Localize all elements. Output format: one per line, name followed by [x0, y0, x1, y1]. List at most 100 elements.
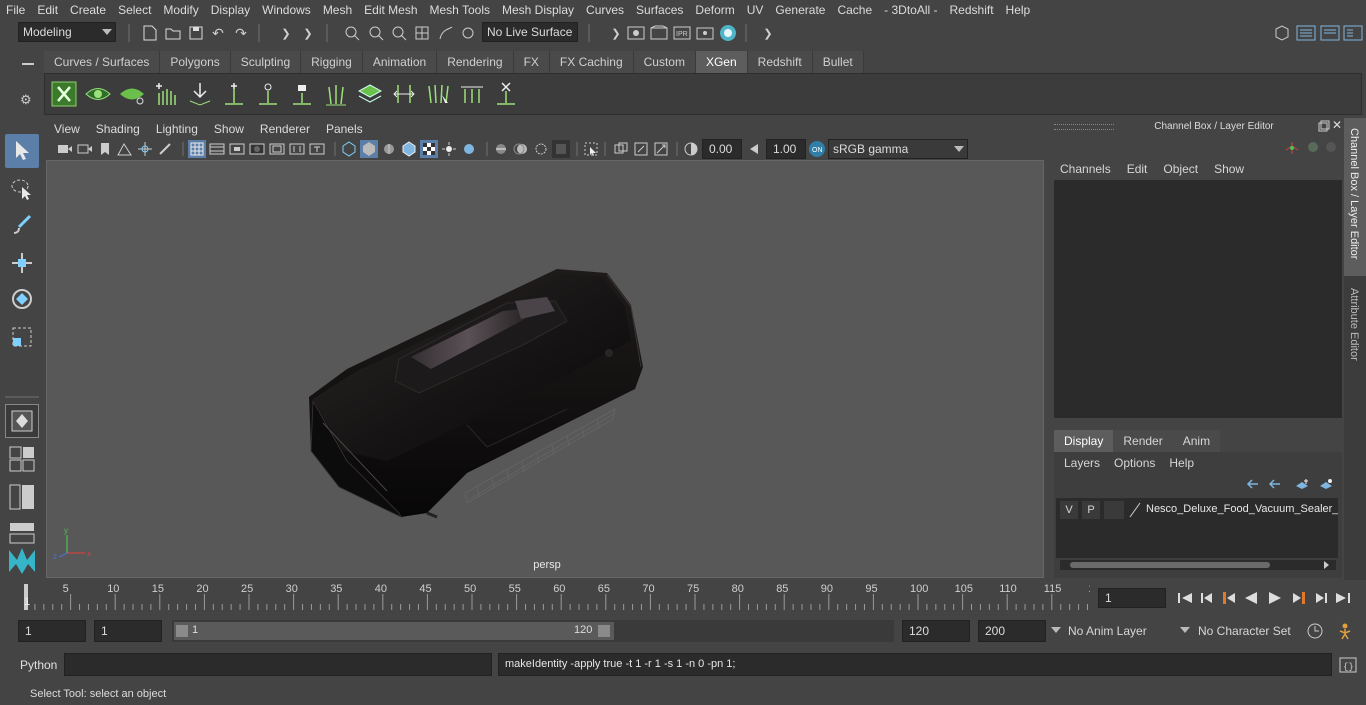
safe-title-icon[interactable] — [308, 140, 326, 158]
character-set-dropdown[interactable]: No Character Set — [1198, 624, 1291, 638]
drag-handle[interactable] — [1054, 124, 1114, 130]
panel-menu-panels[interactable]: Panels — [318, 122, 371, 136]
layer-playback-toggle[interactable]: P — [1082, 501, 1100, 519]
open-scene-icon[interactable] — [163, 23, 183, 43]
groom-lock-guide-icon[interactable] — [287, 79, 317, 109]
playback-start-field[interactable]: 1 — [94, 620, 162, 642]
snap-point-icon[interactable] — [458, 23, 478, 43]
shelf-tab-bullet[interactable]: Bullet — [812, 51, 864, 73]
tab-attribute-editor[interactable]: Attribute Editor — [1344, 280, 1366, 380]
channels-menu[interactable]: Channels — [1060, 162, 1127, 176]
menu-select[interactable]: Select — [112, 3, 157, 17]
shelf-tab-sculpting[interactable]: Sculpting — [230, 51, 302, 73]
menu-create[interactable]: Create — [64, 3, 112, 17]
command-input[interactable] — [64, 653, 492, 676]
workspace-icon[interactable] — [1272, 23, 1292, 43]
use-all-lights-icon[interactable] — [440, 140, 458, 158]
undo-icon[interactable]: ↶ — [208, 23, 228, 43]
toggle-attribute-editor-icon[interactable] — [1320, 23, 1340, 43]
panel-menu-lighting[interactable]: Lighting — [148, 122, 206, 136]
gamma-icon[interactable] — [746, 140, 764, 158]
textured-icon[interactable] — [420, 140, 438, 158]
four-view-layout-icon[interactable] — [5, 442, 39, 476]
animation-preferences-icon[interactable] — [1334, 622, 1356, 640]
exposure-field[interactable]: 0.00 — [702, 139, 742, 159]
play-forwards-icon[interactable] — [1266, 590, 1284, 606]
help-menu[interactable]: Help — [1169, 456, 1194, 470]
gamma-field[interactable]: 1.00 — [766, 139, 806, 159]
groom-select-fx-icon[interactable] — [423, 79, 453, 109]
select-by-component-icon[interactable] — [389, 23, 409, 43]
menu-generate[interactable]: Generate — [769, 3, 831, 17]
new-layer-icon[interactable] — [1294, 478, 1310, 490]
xray-components-icon[interactable] — [652, 140, 670, 158]
menu-curves[interactable]: Curves — [580, 3, 630, 17]
film-gate-icon[interactable] — [208, 140, 226, 158]
default-material-icon[interactable] — [380, 140, 398, 158]
bookmark-icon[interactable] — [96, 140, 114, 158]
groom-add-guide-icon[interactable] — [219, 79, 249, 109]
range-end-grip[interactable] — [598, 625, 610, 637]
wireframe-on-shaded-icon[interactable] — [400, 140, 418, 158]
menu-help[interactable]: Help — [1000, 3, 1037, 17]
depth-of-field-icon[interactable] — [552, 140, 570, 158]
resolution-gate-icon[interactable] — [228, 140, 246, 158]
range-slider-track[interactable]: 1 120 — [172, 620, 894, 642]
screen-space-ao-icon[interactable] — [492, 140, 510, 158]
shelf-tab-fx[interactable]: FX — [513, 51, 550, 73]
shelf-tab-fx-caching[interactable]: FX Caching — [549, 51, 634, 73]
chevron-down-icon[interactable] — [1180, 627, 1190, 633]
shelf-tab-rendering[interactable]: Rendering — [437, 51, 514, 73]
animation-start-field[interactable]: 1 — [18, 620, 86, 642]
camera-attributes-icon[interactable] — [76, 140, 94, 158]
isolate-select-icon[interactable] — [582, 140, 600, 158]
render-view-icon[interactable] — [626, 23, 646, 43]
new-layer-from-selected-icon[interactable] — [1318, 478, 1334, 490]
shelf-settings-gear-icon[interactable]: ⚙ — [20, 92, 36, 108]
move-layer-down-icon[interactable] — [1268, 478, 1284, 490]
grease-pencil-icon[interactable] — [156, 140, 174, 158]
script-editor-icon[interactable]: {} — [1338, 655, 1358, 675]
select-by-hierarchy-icon[interactable] — [342, 23, 362, 43]
groom-layers-icon[interactable] — [355, 79, 385, 109]
scrollbar-thumb[interactable] — [1070, 562, 1270, 568]
go-to-start-icon[interactable] — [1176, 590, 1194, 606]
lasso-tool-icon[interactable] — [5, 172, 39, 206]
smooth-shade-icon[interactable] — [360, 140, 378, 158]
groom-cut-icon[interactable] — [457, 79, 487, 109]
shelf-tab-polygons[interactable]: Polygons — [160, 51, 231, 73]
panel-menu-view[interactable]: View — [46, 122, 88, 136]
shelf-tab-animation[interactable]: Animation — [362, 51, 438, 73]
collapse-arrow-icon[interactable]: ❯ — [758, 23, 778, 43]
scale-tool-icon[interactable] — [5, 320, 39, 354]
perspective-viewport[interactable]: x y z persp — [46, 160, 1044, 578]
shelf-tab-xgen[interactable]: XGen — [695, 51, 748, 73]
two-d-pan-zoom-icon[interactable] — [136, 140, 154, 158]
groom-width-icon[interactable] — [389, 79, 419, 109]
live-surface-field[interactable]: No Live Surface — [482, 22, 578, 42]
current-frame-field[interactable]: 1 — [1098, 588, 1166, 608]
anti-aliasing-icon[interactable] — [532, 140, 550, 158]
chevron-down-icon[interactable] — [1051, 627, 1061, 633]
step-forward-key-icon[interactable] — [1290, 590, 1308, 606]
mode-dropdown[interactable]: Modeling — [18, 22, 116, 42]
groom-remove-guide-icon[interactable] — [491, 79, 521, 109]
toggle-channel-box-icon[interactable] — [1296, 23, 1316, 43]
xray-icon[interactable] — [612, 140, 630, 158]
tab-display[interactable]: Display — [1054, 430, 1114, 452]
time-slider[interactable]: 5 10 15 20 25 30 35 40 45 50 55 60 65 70 75 80 85 90 95 100… — [18, 582, 1101, 612]
menu-windows[interactable]: Windows — [256, 3, 317, 17]
menu-cache[interactable]: Cache — [831, 3, 878, 17]
render-settings-icon[interactable] — [695, 23, 715, 43]
layer-row[interactable]: V P Nesco_Deluxe_Food_Vacuum_Sealer_ — [1058, 500, 1338, 520]
xgen-leaf-icon[interactable] — [117, 79, 147, 109]
auto-key-icon[interactable] — [1306, 622, 1324, 640]
menu-mesh[interactable]: Mesh — [317, 3, 358, 17]
float-panel-icon[interactable] — [1318, 120, 1330, 132]
step-back-key-icon[interactable] — [1220, 590, 1238, 606]
select-by-object-icon[interactable] — [366, 23, 386, 43]
object-menu[interactable]: Object — [1163, 162, 1214, 176]
layer-horizontal-scrollbar[interactable] — [1060, 560, 1336, 570]
motion-blur-icon[interactable] — [512, 140, 530, 158]
new-scene-icon[interactable] — [140, 23, 160, 43]
